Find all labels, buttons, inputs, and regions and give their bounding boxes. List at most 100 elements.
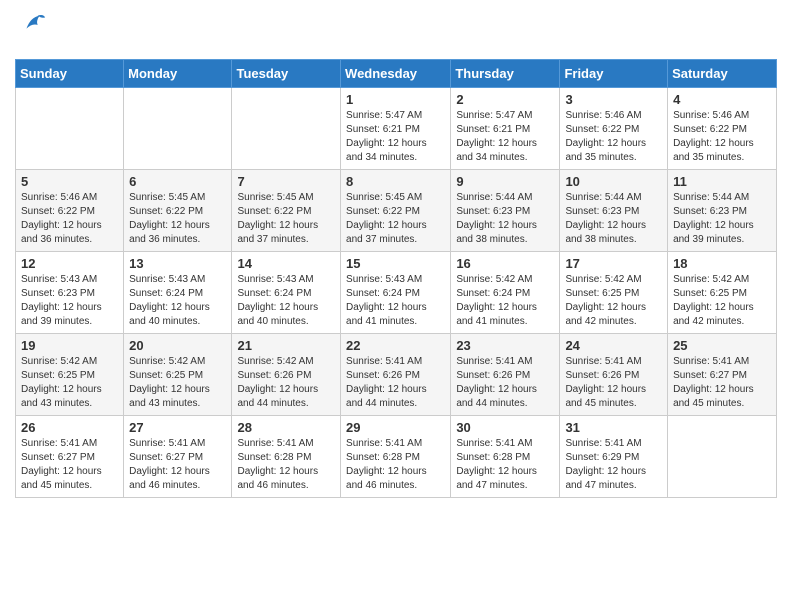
day-info: Sunrise: 5:42 AM Sunset: 6:24 PM Dayligh… <box>456 273 554 329</box>
calendar-cell: 4 Sunrise: 5:46 AM Sunset: 6:22 PM Daylig… <box>668 88 777 170</box>
day-number: 21 <box>237 338 335 353</box>
day-number: 17 <box>565 256 662 271</box>
day-info: Sunrise: 5:43 AM Sunset: 6:24 PM Dayligh… <box>129 273 226 329</box>
day-number: 23 <box>456 338 554 353</box>
calendar-cell: 30 Sunrise: 5:41 AM Sunset: 6:28 PM Dayli… <box>451 416 560 498</box>
day-info: Sunrise: 5:41 AM Sunset: 6:27 PM Dayligh… <box>129 437 226 493</box>
calendar-cell: 27 Sunrise: 5:41 AM Sunset: 6:27 PM Dayli… <box>124 416 232 498</box>
calendar-table: SundayMondayTuesdayWednesdayThursdayFrid… <box>15 59 777 498</box>
day-info: Sunrise: 5:46 AM Sunset: 6:22 PM Dayligh… <box>21 191 118 247</box>
day-info: Sunrise: 5:47 AM Sunset: 6:21 PM Dayligh… <box>456 109 554 165</box>
day-number: 15 <box>346 256 445 271</box>
day-number: 30 <box>456 420 554 435</box>
day-info: Sunrise: 5:45 AM Sunset: 6:22 PM Dayligh… <box>237 191 335 247</box>
day-info: Sunrise: 5:43 AM Sunset: 6:24 PM Dayligh… <box>237 273 335 329</box>
day-number: 22 <box>346 338 445 353</box>
calendar-cell: 18 Sunrise: 5:42 AM Sunset: 6:25 PM Dayli… <box>668 252 777 334</box>
day-info: Sunrise: 5:41 AM Sunset: 6:26 PM Dayligh… <box>565 355 662 411</box>
day-info: Sunrise: 5:42 AM Sunset: 6:26 PM Dayligh… <box>237 355 335 411</box>
day-number: 25 <box>673 338 771 353</box>
day-info: Sunrise: 5:41 AM Sunset: 6:26 PM Dayligh… <box>346 355 445 411</box>
calendar-cell: 25 Sunrise: 5:41 AM Sunset: 6:27 PM Dayli… <box>668 334 777 416</box>
day-number: 31 <box>565 420 662 435</box>
calendar-cell: 24 Sunrise: 5:41 AM Sunset: 6:26 PM Dayli… <box>560 334 668 416</box>
calendar-cell <box>124 88 232 170</box>
calendar-cell: 17 Sunrise: 5:42 AM Sunset: 6:25 PM Dayli… <box>560 252 668 334</box>
calendar-cell: 11 Sunrise: 5:44 AM Sunset: 6:23 PM Dayli… <box>668 170 777 252</box>
calendar-header-thursday: Thursday <box>451 60 560 88</box>
day-number: 6 <box>129 174 226 189</box>
day-info: Sunrise: 5:44 AM Sunset: 6:23 PM Dayligh… <box>673 191 771 247</box>
day-info: Sunrise: 5:46 AM Sunset: 6:22 PM Dayligh… <box>673 109 771 165</box>
calendar-cell: 13 Sunrise: 5:43 AM Sunset: 6:24 PM Dayli… <box>124 252 232 334</box>
day-number: 11 <box>673 174 771 189</box>
day-number: 20 <box>129 338 226 353</box>
calendar-cell <box>668 416 777 498</box>
day-number: 4 <box>673 92 771 107</box>
day-number: 18 <box>673 256 771 271</box>
calendar-cell: 1Sunrise: 5:47 AM Sunset: 6:21 PM Daylig… <box>341 88 451 170</box>
day-number: 24 <box>565 338 662 353</box>
calendar-cell: 12 Sunrise: 5:43 AM Sunset: 6:23 PM Dayli… <box>16 252 124 334</box>
calendar-cell: 16 Sunrise: 5:42 AM Sunset: 6:24 PM Dayli… <box>451 252 560 334</box>
calendar-cell: 19Sunrise: 5:42 AM Sunset: 6:25 PM Dayli… <box>16 334 124 416</box>
calendar-cell: 8Sunrise: 5:45 AM Sunset: 6:22 PM Daylig… <box>341 170 451 252</box>
day-info: Sunrise: 5:41 AM Sunset: 6:29 PM Dayligh… <box>565 437 662 493</box>
day-number: 10 <box>565 174 662 189</box>
day-number: 12 <box>21 256 118 271</box>
day-number: 7 <box>237 174 335 189</box>
day-info: Sunrise: 5:46 AM Sunset: 6:22 PM Dayligh… <box>565 109 662 165</box>
calendar-cell: 14 Sunrise: 5:43 AM Sunset: 6:24 PM Dayli… <box>232 252 341 334</box>
calendar-header-monday: Monday <box>124 60 232 88</box>
calendar-cell: 7 Sunrise: 5:45 AM Sunset: 6:22 PM Daylig… <box>232 170 341 252</box>
day-info: Sunrise: 5:41 AM Sunset: 6:27 PM Dayligh… <box>21 437 118 493</box>
calendar-week-row: 5 Sunrise: 5:46 AM Sunset: 6:22 PM Daylig… <box>16 170 777 252</box>
day-info: Sunrise: 5:47 AM Sunset: 6:21 PM Dayligh… <box>346 109 445 165</box>
calendar-week-row: 1Sunrise: 5:47 AM Sunset: 6:21 PM Daylig… <box>16 88 777 170</box>
calendar-cell: 20 Sunrise: 5:42 AM Sunset: 6:25 PM Dayli… <box>124 334 232 416</box>
day-info: Sunrise: 5:45 AM Sunset: 6:22 PM Dayligh… <box>346 191 445 247</box>
day-number: 3 <box>565 92 662 107</box>
day-number: 16 <box>456 256 554 271</box>
calendar-header-sunday: Sunday <box>16 60 124 88</box>
day-number: 2 <box>456 92 554 107</box>
day-info: Sunrise: 5:41 AM Sunset: 6:27 PM Dayligh… <box>673 355 771 411</box>
calendar-header-tuesday: Tuesday <box>232 60 341 88</box>
day-number: 27 <box>129 420 226 435</box>
calendar-cell: 9 Sunrise: 5:44 AM Sunset: 6:23 PM Daylig… <box>451 170 560 252</box>
calendar-header-friday: Friday <box>560 60 668 88</box>
calendar-cell: 28Sunrise: 5:41 AM Sunset: 6:28 PM Dayli… <box>232 416 341 498</box>
header <box>15 10 777 51</box>
day-info: Sunrise: 5:41 AM Sunset: 6:28 PM Dayligh… <box>456 437 554 493</box>
day-info: Sunrise: 5:42 AM Sunset: 6:25 PM Dayligh… <box>129 355 226 411</box>
day-number: 26 <box>21 420 118 435</box>
calendar-cell: 29 Sunrise: 5:41 AM Sunset: 6:28 PM Dayli… <box>341 416 451 498</box>
day-info: Sunrise: 5:44 AM Sunset: 6:23 PM Dayligh… <box>456 191 554 247</box>
day-info: Sunrise: 5:41 AM Sunset: 6:28 PM Dayligh… <box>346 437 445 493</box>
day-number: 13 <box>129 256 226 271</box>
calendar-header-wednesday: Wednesday <box>341 60 451 88</box>
day-info: Sunrise: 5:42 AM Sunset: 6:25 PM Dayligh… <box>565 273 662 329</box>
day-number: 9 <box>456 174 554 189</box>
day-number: 28 <box>237 420 335 435</box>
calendar-week-row: 26 Sunrise: 5:41 AM Sunset: 6:27 PM Dayli… <box>16 416 777 498</box>
day-number: 14 <box>237 256 335 271</box>
calendar-cell: 15 Sunrise: 5:43 AM Sunset: 6:24 PM Dayli… <box>341 252 451 334</box>
day-number: 29 <box>346 420 445 435</box>
calendar-cell <box>16 88 124 170</box>
day-info: Sunrise: 5:44 AM Sunset: 6:23 PM Dayligh… <box>565 191 662 247</box>
day-info: Sunrise: 5:43 AM Sunset: 6:24 PM Dayligh… <box>346 273 445 329</box>
calendar-cell: 10 Sunrise: 5:44 AM Sunset: 6:23 PM Dayli… <box>560 170 668 252</box>
page-container: SundayMondayTuesdayWednesdayThursdayFrid… <box>0 0 792 508</box>
calendar-cell: 2 Sunrise: 5:47 AM Sunset: 6:21 PM Daylig… <box>451 88 560 170</box>
calendar-cell: 21 Sunrise: 5:42 AM Sunset: 6:26 PM Dayli… <box>232 334 341 416</box>
day-info: Sunrise: 5:45 AM Sunset: 6:22 PM Dayligh… <box>129 191 226 247</box>
calendar-cell: 5 Sunrise: 5:46 AM Sunset: 6:22 PM Daylig… <box>16 170 124 252</box>
day-info: Sunrise: 5:42 AM Sunset: 6:25 PM Dayligh… <box>21 355 118 411</box>
day-info: Sunrise: 5:43 AM Sunset: 6:23 PM Dayligh… <box>21 273 118 329</box>
day-info: Sunrise: 5:42 AM Sunset: 6:25 PM Dayligh… <box>673 273 771 329</box>
day-number: 5 <box>21 174 118 189</box>
calendar-cell: 23Sunrise: 5:41 AM Sunset: 6:26 PM Dayli… <box>451 334 560 416</box>
calendar-cell: 31 Sunrise: 5:41 AM Sunset: 6:29 PM Dayli… <box>560 416 668 498</box>
calendar-week-row: 19Sunrise: 5:42 AM Sunset: 6:25 PM Dayli… <box>16 334 777 416</box>
